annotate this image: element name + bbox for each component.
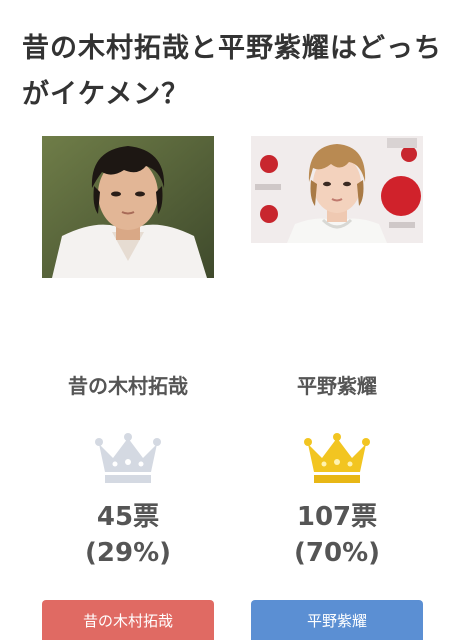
poll-question: 昔の木村拓哉と平野紫耀はどっちがイケメン？ — [22, 33, 442, 110]
option-b-name: 平野紫耀 — [297, 374, 377, 398]
option-b-photo — [251, 136, 423, 243]
vote-option-a-button[interactable]: 昔の木村拓哉 — [42, 600, 214, 640]
gold-crown-icon — [237, 432, 437, 488]
option-b-percent: (70%) — [294, 538, 380, 568]
vote-option-b-button[interactable]: 平野紫耀 — [251, 600, 423, 640]
option-a-votes: 45票 — [96, 502, 160, 532]
option-a-photo — [42, 136, 214, 278]
option-a-percent: (29%) — [85, 538, 171, 568]
option-a-name: 昔の木村拓哉 — [68, 374, 188, 398]
silver-crown-icon — [28, 432, 228, 488]
option-b-votes: 107票 — [296, 502, 378, 532]
